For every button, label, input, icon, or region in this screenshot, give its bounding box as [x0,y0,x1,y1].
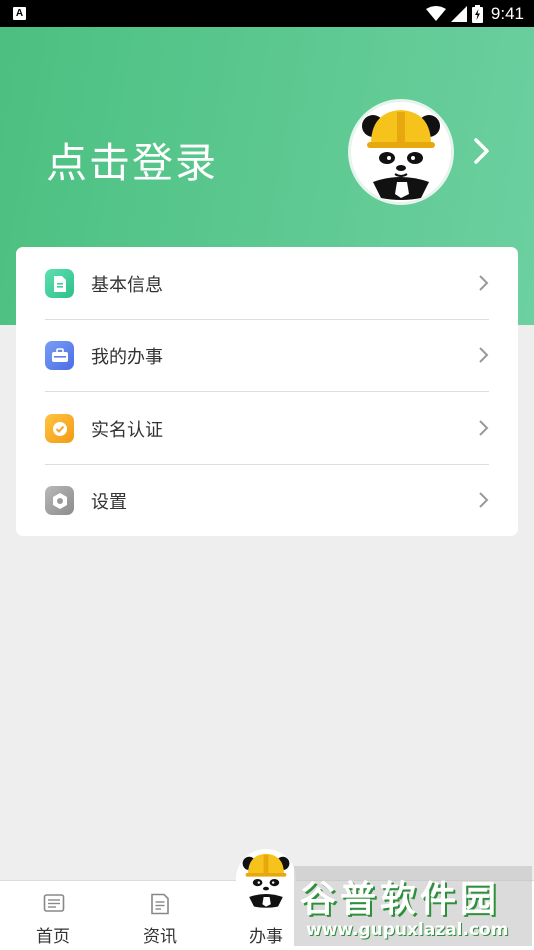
gear-icon [45,486,74,515]
nav-item-news[interactable]: 资讯 [120,881,200,950]
status-time: 9:41 [490,4,524,23]
menu-card: 基本信息 我的办事 实名认证 设置 [16,247,518,536]
watermark-url: www.gupuxlazal.com [306,920,509,940]
menu-item-label: 设置 [91,492,127,513]
wifi-icon [425,6,446,21]
status-icons: 9:41 [425,3,524,25]
watermark: 谷普软件园 www.gupuxlazal.com [294,866,532,946]
menu-item-real-name-auth[interactable]: 实名认证 [16,392,518,464]
chevron-right-icon [479,492,489,508]
home-icon [43,894,65,912]
panda-worker-avatar [236,849,296,909]
case-icon [45,341,74,370]
badge-check-icon [45,414,74,443]
notification-icon: A [13,7,26,20]
watermark-title: 谷普软件园 [300,879,501,920]
battery-icon [471,5,483,23]
nav-label: 首页 [36,927,70,947]
menu-item-label: 实名认证 [91,420,163,441]
menu-item-label: 基本信息 [91,275,163,296]
chevron-right-icon[interactable] [472,137,492,165]
signal-icon [450,6,467,22]
chevron-right-icon [479,347,489,363]
menu-item-basic-info[interactable]: 基本信息 [16,247,518,319]
document-icon [45,269,74,298]
menu-item-label: 我的办事 [91,347,163,368]
chevron-right-icon [479,275,489,291]
nav-center-avatar[interactable] [236,849,296,909]
login-prompt[interactable]: 点击登录 [46,129,218,189]
status-bar: A 9:41 [0,0,534,27]
menu-item-settings[interactable]: 设置 [16,464,518,536]
panda-worker-avatar [351,102,451,202]
avatar[interactable] [348,99,454,205]
menu-item-my-affairs[interactable]: 我的办事 [16,319,518,391]
news-icon [151,893,169,915]
nav-item-home[interactable]: 首页 [13,881,93,950]
nav-label: 资讯 [143,927,177,947]
chevron-right-icon [479,420,489,436]
